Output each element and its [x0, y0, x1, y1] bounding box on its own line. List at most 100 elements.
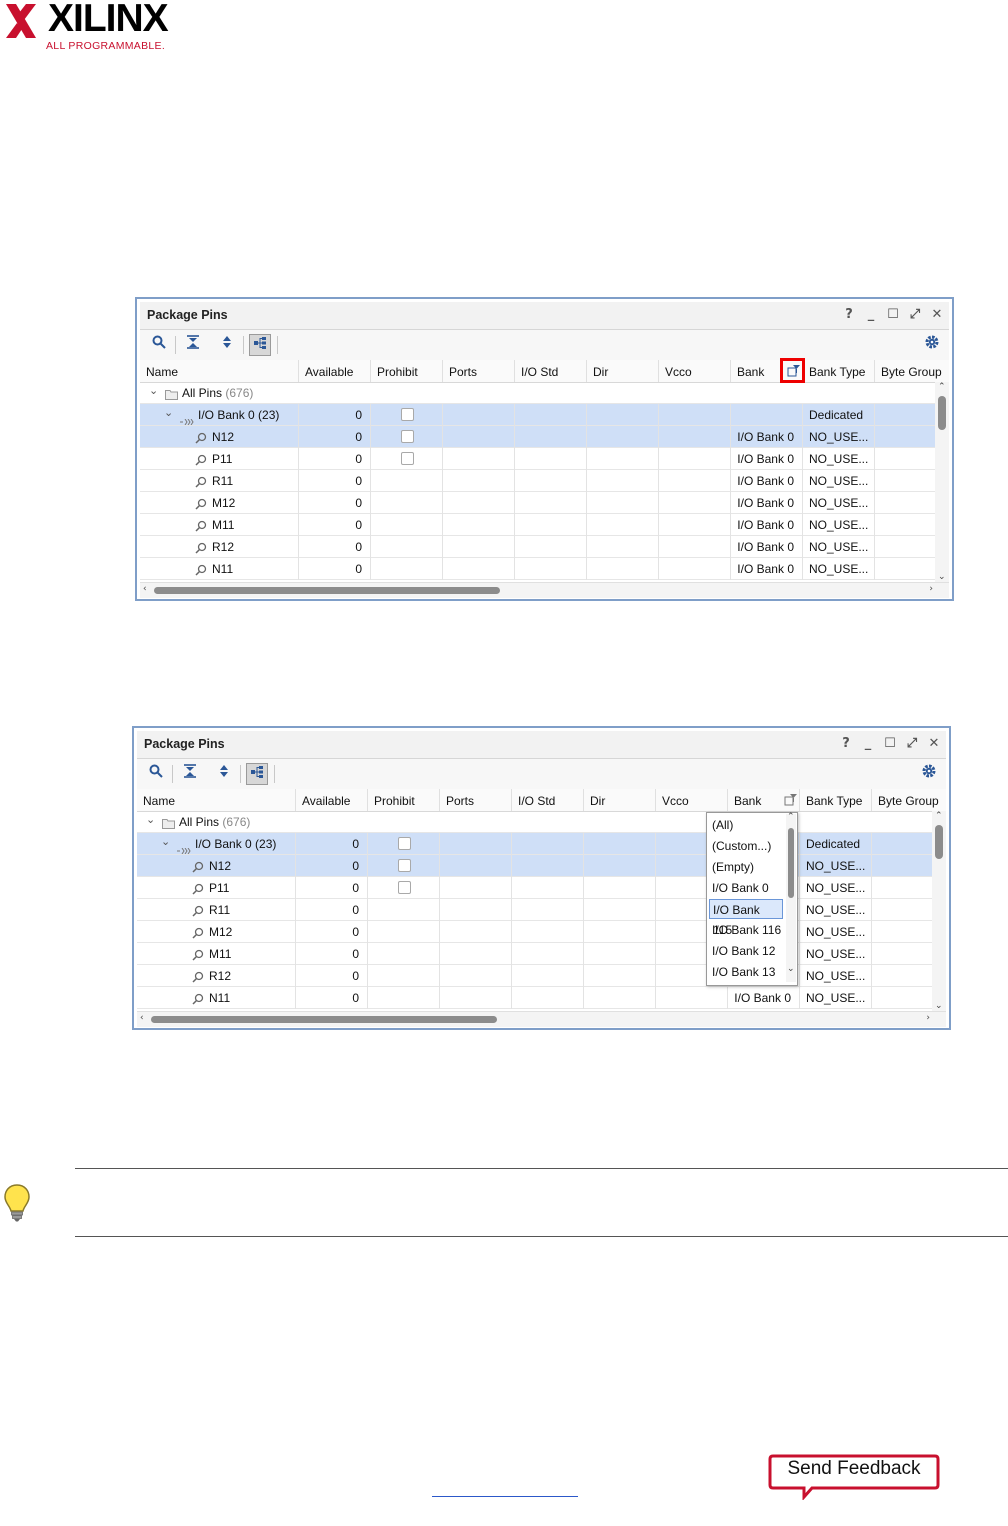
float-icon[interactable]: ⤢ [904, 735, 920, 753]
col-name[interactable]: Name [137, 789, 296, 811]
collapse-all-icon[interactable] [182, 334, 204, 356]
chevron-down-icon[interactable]: ⌄ [146, 813, 155, 826]
bank-filter-dropdown[interactable]: (All) (Custom...) (Empty) I/O Bank 0 I/O Ban… [706, 812, 798, 986]
vertical-scrollbar[interactable]: ⌃ ⌄ [935, 382, 949, 582]
table-row[interactable]: M12 0 NO_USE... [137, 921, 946, 943]
expand-all-icon[interactable] [213, 763, 235, 785]
all-pins-label: All Pins [182, 386, 223, 400]
dropdown-scrollbar[interactable]: ⌃ ⌄ [786, 812, 796, 982]
search-icon[interactable] [145, 763, 167, 785]
lightbulb-tip-icon [2, 1183, 32, 1223]
prohibit-checkbox[interactable] [401, 408, 414, 421]
expand-all-icon[interactable] [216, 334, 238, 356]
col-ports[interactable]: Ports [443, 360, 515, 382]
collapse-all-icon[interactable] [179, 763, 201, 785]
pin-bank: I/O Bank 0 [731, 470, 803, 492]
table-row[interactable]: N12 0 I/O Bank 0 NO_USE... [140, 426, 949, 448]
pin-bank: I/O Bank 0 [731, 536, 803, 558]
filter-option[interactable]: (Empty) [709, 857, 783, 877]
help-icon[interactable]: ? [838, 735, 854, 753]
prohibit-cell [368, 943, 440, 965]
help-icon[interactable]: ? [841, 306, 857, 324]
col-vcco[interactable]: Vcco [659, 360, 731, 382]
col-bank-type[interactable]: Bank Type [803, 360, 875, 382]
group-bank-type: Dedicated [800, 833, 872, 855]
table-row[interactable]: N11 0 I/O Bank 0 NO_USE... [137, 987, 946, 1009]
tree-row-io-bank-0[interactable]: ⌄ I/O Bank 0 (23) 0 Dedicated [137, 833, 946, 855]
group-by-icon[interactable] [246, 763, 268, 785]
filter-option[interactable]: (All) [709, 815, 783, 835]
col-io-std[interactable]: I/O Std [512, 789, 584, 811]
tree-row-all-pins[interactable]: ⌄ All Pins (676) [137, 811, 946, 833]
maximize-icon[interactable]: ☐ [882, 735, 898, 753]
prohibit-checkbox[interactable] [401, 430, 414, 443]
column-filter-icon[interactable] [784, 793, 798, 807]
tree-row-all-pins[interactable]: ⌄ All Pins (676) [140, 382, 949, 404]
pin-available: 0 [296, 943, 368, 965]
maximize-icon[interactable]: ☐ [885, 306, 901, 324]
table-row[interactable]: P11 0 NO_USE... [137, 877, 946, 899]
horizontal-scrollbar[interactable]: ‹ › [140, 582, 949, 598]
footer-link-underline[interactable] [432, 1496, 578, 1497]
settings-gear-icon[interactable] [918, 763, 940, 785]
pin-name: N11 [203, 987, 296, 1009]
pin-name: M11 [206, 514, 299, 536]
tree-row-io-bank-0[interactable]: ⌄ I/O Bank 0 (23) 0 Dedicated [140, 404, 949, 426]
chevron-down-icon[interactable]: ⌄ [149, 384, 158, 397]
col-prohibit[interactable]: Prohibit [371, 360, 443, 382]
col-byte-group[interactable]: Byte Group [872, 789, 946, 811]
close-icon[interactable]: ✕ [929, 306, 945, 324]
col-dir[interactable]: Dir [587, 360, 659, 382]
chevron-down-icon[interactable]: ⌄ [161, 835, 170, 848]
float-icon[interactable]: ⤢ [907, 306, 923, 324]
filter-option[interactable]: I/O Bank 116 [709, 920, 783, 940]
col-available[interactable]: Available [296, 789, 368, 811]
table-row[interactable]: R12 0 NO_USE... [137, 965, 946, 987]
prohibit-cell [371, 426, 443, 448]
horizontal-scrollbar[interactable]: ‹ › [137, 1011, 946, 1027]
table-row[interactable]: M12 0 I/O Bank 0 NO_USE... [140, 492, 949, 514]
prohibit-checkbox[interactable] [398, 837, 411, 850]
col-dir[interactable]: Dir [584, 789, 656, 811]
col-name[interactable]: Name [140, 360, 299, 382]
col-prohibit[interactable]: Prohibit [368, 789, 440, 811]
panel-title-bar: Package Pins ? _ ☐ ⤢ ✕ [140, 302, 949, 330]
filter-option[interactable]: I/O Bank 0 [709, 878, 783, 898]
table-row[interactable]: R11 0 I/O Bank 0 NO_USE... [140, 470, 949, 492]
filter-option[interactable]: (Custom...) [709, 836, 783, 856]
vertical-scrollbar[interactable]: ⌃ ⌄ [932, 811, 946, 1011]
group-available: 0 [299, 404, 371, 426]
group-by-icon[interactable] [249, 334, 271, 356]
table-row[interactable]: N12 0 NO_USE... [137, 855, 946, 877]
filter-option[interactable]: I/O Bank 12 [709, 941, 783, 961]
table-row[interactable]: P11 0 I/O Bank 0 NO_USE... [140, 448, 949, 470]
pin-name: P11 [203, 877, 296, 899]
prohibit-checkbox[interactable] [398, 859, 411, 872]
col-byte-group[interactable]: Byte Group [875, 360, 949, 382]
settings-gear-icon[interactable] [921, 334, 943, 356]
search-icon[interactable] [148, 334, 170, 356]
table-row[interactable]: N11 0 I/O Bank 0 NO_USE... [140, 558, 949, 580]
col-bank-type[interactable]: Bank Type [800, 789, 872, 811]
close-icon[interactable]: ✕ [926, 735, 942, 753]
pin-available: 0 [299, 426, 371, 448]
send-feedback-button[interactable]: Send Feedback [768, 1454, 940, 1500]
col-io-std[interactable]: I/O Std [515, 360, 587, 382]
chevron-down-icon[interactable]: ⌄ [164, 406, 173, 419]
table-row[interactable]: R11 0 NO_USE... [137, 899, 946, 921]
table-row[interactable]: M11 0 NO_USE... [137, 943, 946, 965]
table-row[interactable]: M11 0 I/O Bank 0 NO_USE... [140, 514, 949, 536]
col-ports[interactable]: Ports [440, 789, 512, 811]
table-row[interactable]: R12 0 I/O Bank 0 NO_USE... [140, 536, 949, 558]
prohibit-checkbox[interactable] [398, 881, 411, 894]
col-vcco[interactable]: Vcco [656, 789, 728, 811]
minimize-icon[interactable]: _ [863, 306, 879, 324]
prohibit-checkbox[interactable] [401, 452, 414, 465]
col-available[interactable]: Available [299, 360, 371, 382]
pin-name: R12 [206, 536, 299, 558]
pin-name: N12 [206, 426, 299, 448]
pin-name: R12 [203, 965, 296, 987]
minimize-icon[interactable]: _ [860, 735, 876, 753]
filter-option[interactable]: I/O Bank 115 [709, 899, 783, 937]
filter-option[interactable]: I/O Bank 13 [709, 962, 783, 982]
